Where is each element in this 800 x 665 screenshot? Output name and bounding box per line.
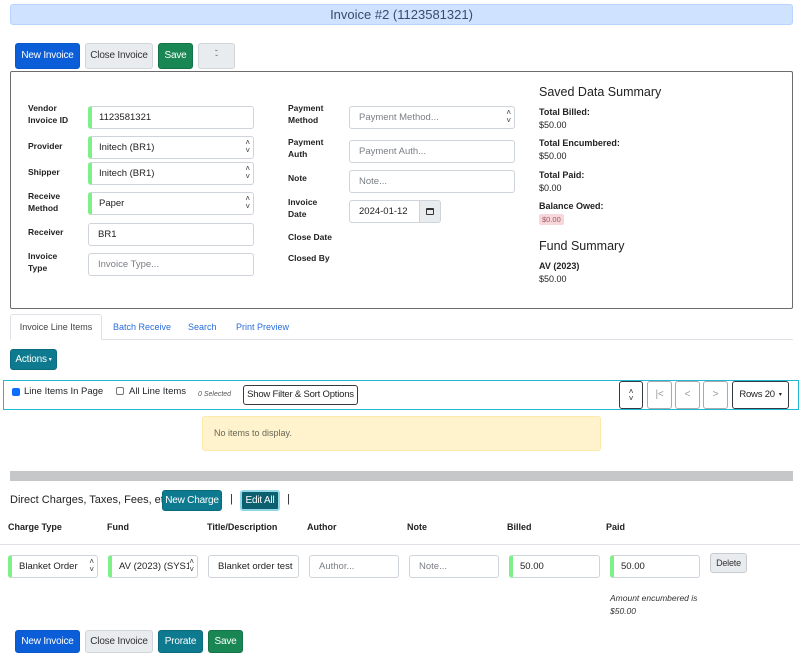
- select-arrows-icon: ˄ ˅: [89, 557, 94, 574]
- close-date-label: Close Date: [288, 232, 332, 242]
- invoice-type-label: Invoice Type: [28, 251, 58, 273]
- column-header-title: Title/Description: [207, 522, 278, 532]
- caret-down-icon: ▾: [48, 356, 52, 363]
- total-paid-value: $0.00: [539, 183, 562, 193]
- column-header-billed: Billed: [507, 522, 532, 532]
- page-title: Invoice #2 (1123581321): [10, 4, 793, 25]
- previous-page-button[interactable]: <: [675, 381, 700, 409]
- fund-select[interactable]: AV (2023) (SYS1) ˄ ˅: [108, 555, 198, 578]
- no-items-alert: No items to display.: [202, 416, 601, 451]
- total-encumbered-value: $50.00: [539, 151, 567, 161]
- section-divider: [10, 471, 793, 481]
- actions-dropdown-button[interactable]: Actions ▾: [10, 349, 57, 370]
- receive-method-select[interactable]: Paper ˄ ˅: [88, 192, 254, 215]
- fund-summary-heading: Fund Summary: [539, 239, 625, 253]
- separator: |: [230, 493, 233, 505]
- close-invoice-button[interactable]: Close Invoice: [85, 43, 153, 69]
- next-page-button[interactable]: >: [703, 381, 728, 409]
- payment-auth-label: Payment Auth: [288, 137, 324, 159]
- prorate-button[interactable]: Prorate: [158, 630, 203, 653]
- rows-per-page-dropdown[interactable]: Rows 20 ▾: [732, 381, 789, 409]
- charge-type-select[interactable]: Blanket Order ˄ ˅: [8, 555, 98, 578]
- tab-batch-receive[interactable]: Batch Receive: [113, 322, 171, 332]
- receive-method-label: Receive Method: [28, 191, 61, 213]
- tab-invoice-line-items[interactable]: Invoice Line Items: [10, 314, 102, 340]
- line-items-in-page-checkbox[interactable]: [12, 388, 20, 396]
- first-page-button[interactable]: |<: [647, 381, 672, 409]
- calendar-icon: [426, 208, 434, 215]
- tabs-divider: [10, 339, 793, 340]
- encumbered-note: Amount encumbered is $50.00: [610, 593, 698, 616]
- line-items-in-page-label: Line Items In Page: [24, 386, 104, 397]
- edit-all-button[interactable]: Edit All: [240, 490, 280, 511]
- tab-print-preview[interactable]: Print Preview: [236, 322, 289, 332]
- provider-select[interactable]: Initech (BR1) ˄ ˅: [88, 136, 254, 159]
- save-button[interactable]: Save: [158, 43, 193, 69]
- paid-input[interactable]: 50.00: [610, 555, 700, 578]
- author-input[interactable]: Author...: [309, 555, 399, 578]
- collapse-toggle-button[interactable]: ˘ ˇ: [198, 43, 235, 69]
- closed-by-label: Closed By: [288, 253, 330, 263]
- first-page-icon: |<: [655, 389, 664, 400]
- total-billed-value: $50.00: [539, 120, 567, 130]
- delete-charge-button[interactable]: Delete: [710, 553, 747, 573]
- vendor-invoice-id-label: Vendor Invoice ID: [28, 103, 69, 125]
- note-input[interactable]: Note...: [349, 170, 515, 193]
- collapse-icon: ˘ ˇ: [215, 49, 218, 63]
- table-header-divider: [0, 544, 800, 545]
- column-header-paid: Paid: [606, 522, 626, 532]
- note-label: Note: [288, 173, 307, 183]
- fund-name: AV (2023): [539, 261, 580, 271]
- total-billed-label: Total Billed:: [539, 107, 590, 117]
- new-invoice-button[interactable]: New Invoice: [15, 43, 80, 69]
- title-description-input[interactable]: Blanket order test: [208, 555, 299, 578]
- select-arrows-icon: ˄ ˅: [189, 557, 194, 574]
- tab-search[interactable]: Search: [188, 322, 217, 332]
- vendor-invoice-id-input[interactable]: 1123581321: [88, 106, 254, 129]
- balance-owed-badge: $0.00: [539, 214, 564, 225]
- payment-method-select[interactable]: Payment Method... ˄ ˅: [349, 106, 515, 129]
- close-invoice-button-bottom[interactable]: Close Invoice: [85, 630, 153, 653]
- column-header-charge-type: Charge Type: [8, 522, 62, 532]
- chevron-left-icon: <: [684, 389, 691, 400]
- shipper-select[interactable]: Initech (BR1) ˄ ˅: [88, 162, 254, 185]
- payment-method-label: Payment Method: [288, 103, 324, 125]
- invoice-date-input[interactable]: 2024-01-12: [349, 200, 421, 223]
- column-header-author: Author: [307, 522, 337, 532]
- column-header-note: Note: [407, 522, 427, 532]
- direct-charges-heading: Direct Charges, Taxes, Fees, etc.: [10, 494, 173, 506]
- invoice-type-input[interactable]: Invoice Type...: [88, 253, 254, 276]
- saved-data-summary-heading: Saved Data Summary: [539, 85, 662, 99]
- select-arrows-icon: ˄ ˅: [245, 138, 250, 155]
- new-invoice-button-bottom[interactable]: New Invoice: [15, 630, 80, 653]
- select-arrows-icon: ˄ ˅: [245, 194, 250, 211]
- receiver-label: Receiver: [28, 227, 64, 237]
- separator: |: [287, 493, 290, 505]
- total-paid-label: Total Paid:: [539, 170, 585, 180]
- billed-input[interactable]: 50.00: [509, 555, 600, 578]
- show-filter-sort-button[interactable]: Show Filter & Sort Options: [243, 385, 358, 405]
- date-picker-button[interactable]: [419, 200, 441, 223]
- select-arrows-icon: ˄ ˅: [506, 108, 511, 125]
- save-button-bottom[interactable]: Save: [208, 630, 243, 653]
- all-line-items-label: All Line Items: [129, 386, 187, 397]
- caret-down-icon: ▾: [778, 392, 782, 398]
- payment-auth-input[interactable]: Payment Auth...: [349, 140, 515, 163]
- chevron-right-icon: >: [712, 389, 719, 400]
- new-charge-button[interactable]: New Charge: [162, 490, 222, 511]
- receiver-input[interactable]: BR1: [88, 223, 254, 246]
- all-line-items-checkbox[interactable]: [116, 387, 124, 395]
- note-input[interactable]: Note...: [409, 555, 499, 578]
- sort-toggle-button[interactable]: ˄ ˅: [619, 381, 643, 409]
- select-arrows-icon: ˄ ˅: [245, 164, 250, 181]
- column-header-fund: Fund: [107, 522, 129, 532]
- shipper-label: Shipper: [28, 167, 60, 177]
- fund-amount: $50.00: [539, 274, 567, 284]
- sort-arrows-icon: ˄ ˅: [628, 387, 634, 403]
- balance-owed-label: Balance Owed:: [539, 201, 604, 211]
- selected-count: 0 Selected: [198, 391, 232, 398]
- total-encumbered-label: Total Encumbered:: [539, 138, 620, 148]
- invoice-date-label: Invoice Date: [288, 197, 318, 219]
- provider-label: Provider: [28, 141, 63, 151]
